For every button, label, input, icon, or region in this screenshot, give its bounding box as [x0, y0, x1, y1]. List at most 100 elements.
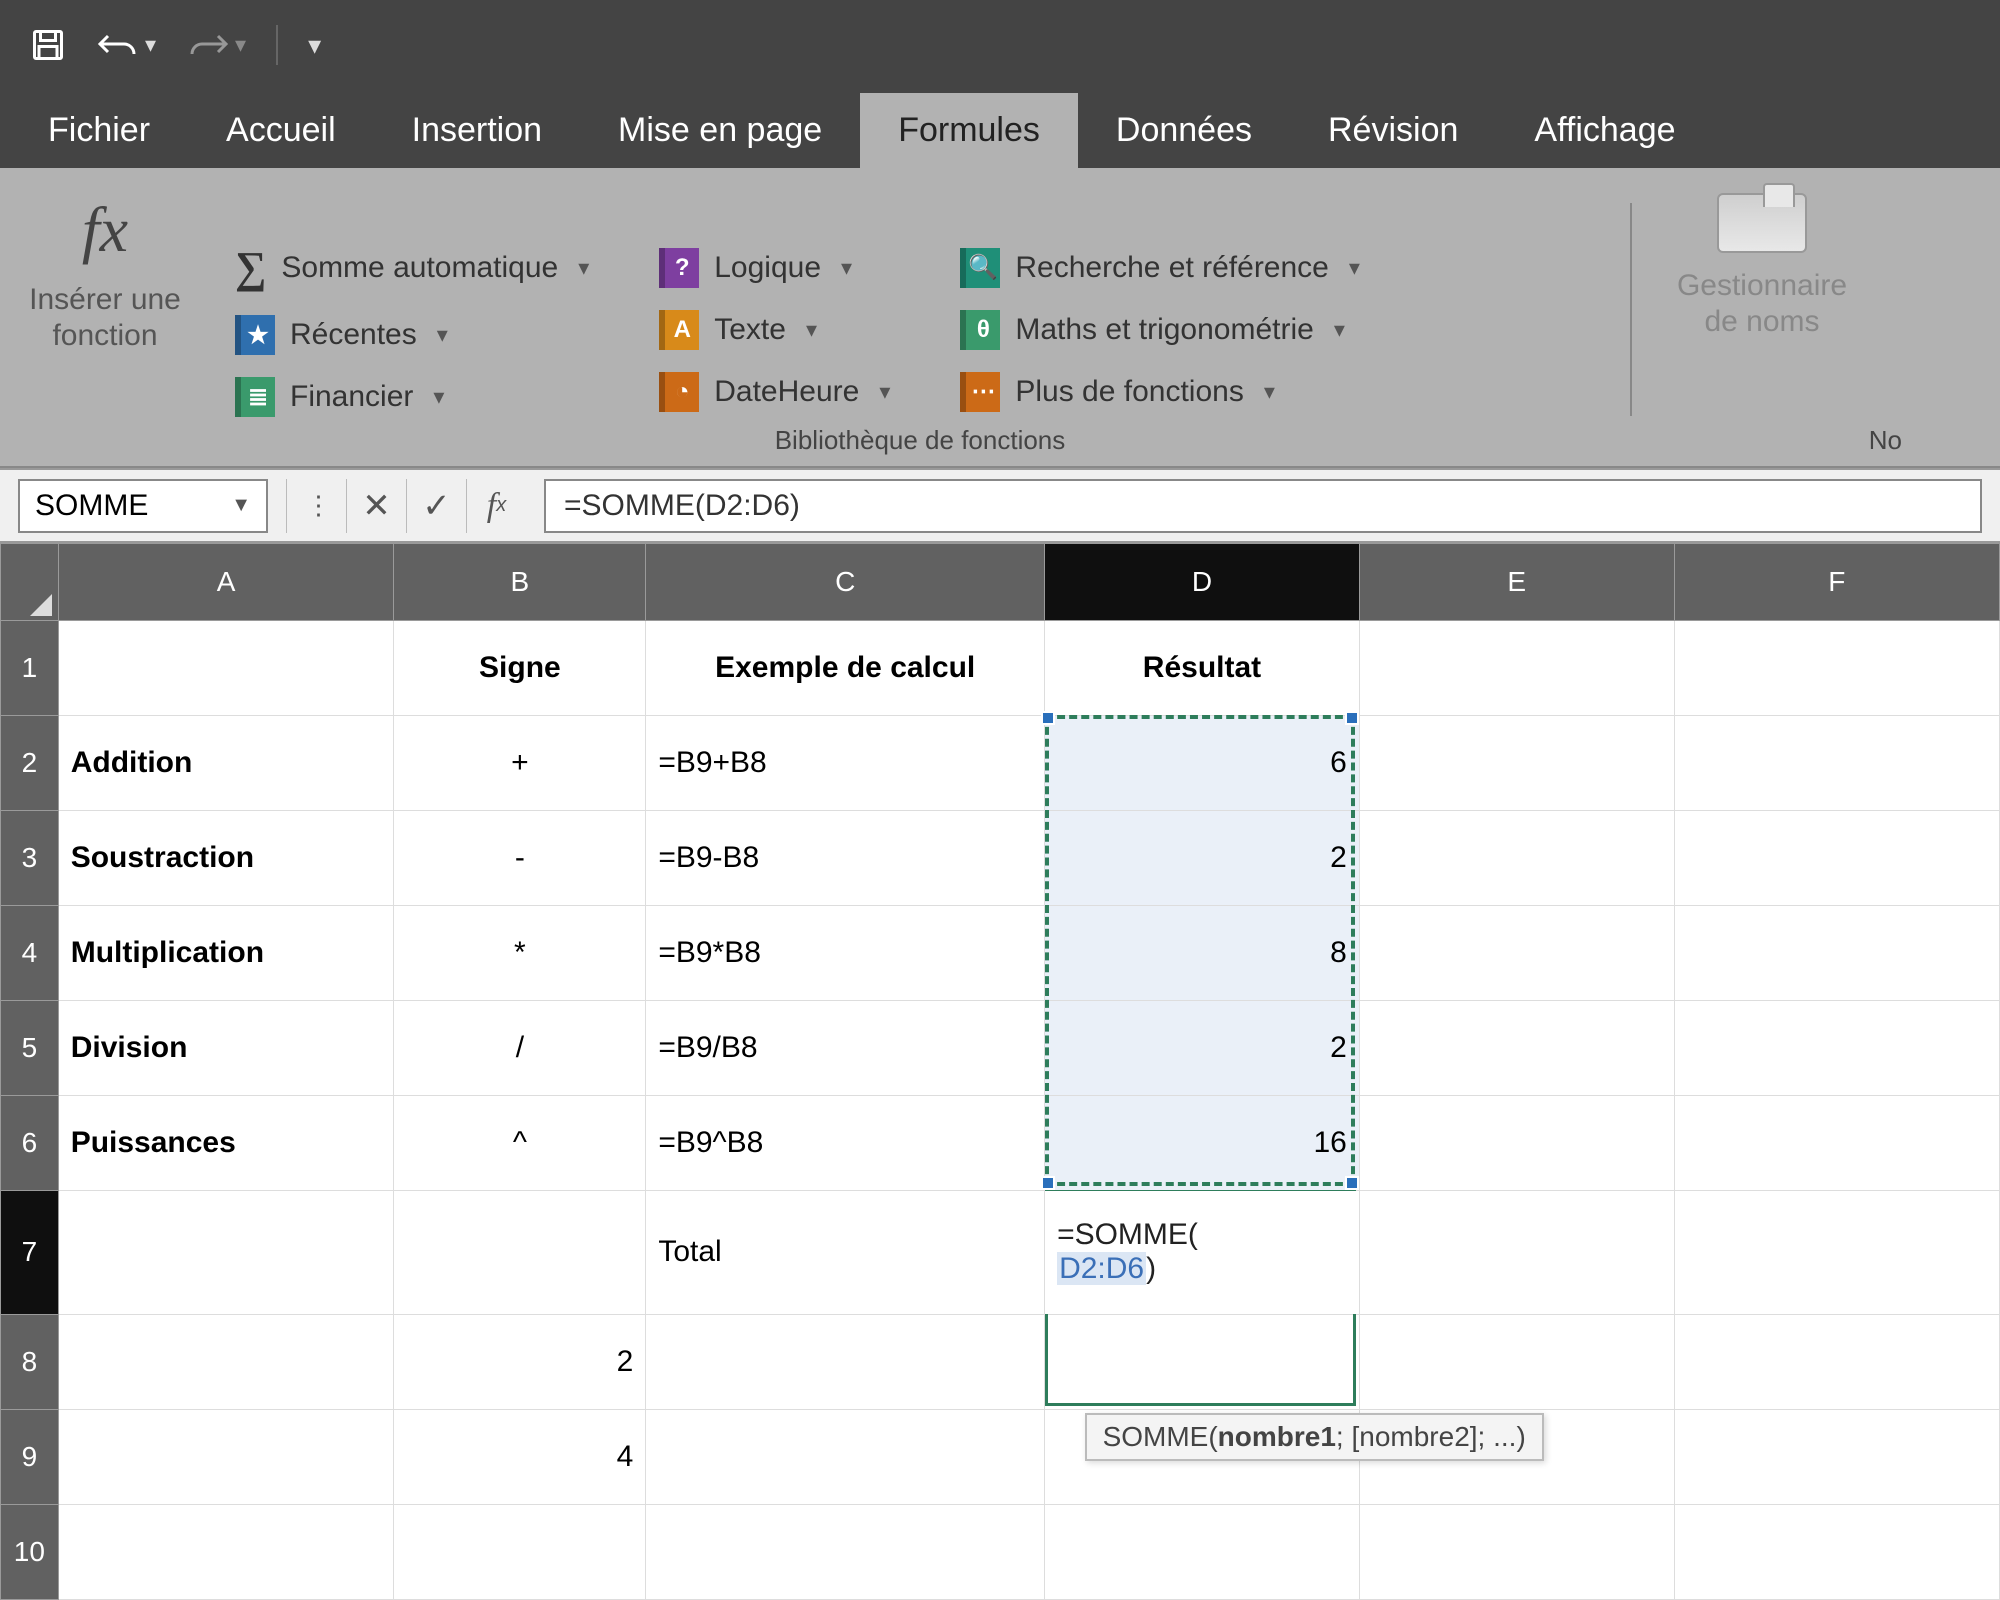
- cell-E7[interactable]: [1359, 1190, 1674, 1314]
- name-manager-button[interactable]: Gestionnairede noms: [1677, 193, 1847, 340]
- cell-F5[interactable]: [1674, 1000, 1999, 1095]
- logical-button[interactable]: ? Logique ▾: [659, 248, 890, 288]
- col-header-A[interactable]: A: [58, 544, 394, 621]
- cell-D7[interactable]: =SOMME(D2:D6): [1045, 1190, 1360, 1314]
- formula-input[interactable]: =SOMME(D2:D6): [544, 479, 1982, 533]
- cell-C1[interactable]: Exemple de calcul: [646, 620, 1045, 715]
- cell-C7[interactable]: Total: [646, 1190, 1045, 1314]
- tab-revision[interactable]: Révision: [1290, 93, 1496, 168]
- fx-icon[interactable]: fx: [466, 479, 526, 533]
- cell-B3[interactable]: -: [394, 810, 646, 905]
- cell-F1[interactable]: [1674, 620, 1999, 715]
- col-header-B[interactable]: B: [394, 544, 646, 621]
- cell-A1[interactable]: [58, 620, 394, 715]
- row-header-2[interactable]: 2: [1, 715, 59, 810]
- expand-formula-bar-icon[interactable]: ⋮: [286, 479, 346, 533]
- cell-A3[interactable]: Soustraction: [58, 810, 394, 905]
- cancel-formula-icon[interactable]: ✕: [346, 479, 406, 533]
- cell-F2[interactable]: [1674, 715, 1999, 810]
- cell-F10[interactable]: [1674, 1504, 1999, 1599]
- row-header-4[interactable]: 4: [1, 905, 59, 1000]
- cell-A4[interactable]: Multiplication: [58, 905, 394, 1000]
- name-box[interactable]: SOMME ▼: [18, 479, 268, 533]
- row-header-6[interactable]: 6: [1, 1095, 59, 1190]
- cell-B5[interactable]: /: [394, 1000, 646, 1095]
- financial-button[interactable]: ≣ Financier ▾: [235, 377, 589, 417]
- cell-C6[interactable]: =B9^B8: [646, 1095, 1045, 1190]
- cell-E6[interactable]: [1359, 1095, 1674, 1190]
- cell-A7[interactable]: [58, 1190, 394, 1314]
- cell-B10[interactable]: [394, 1504, 646, 1599]
- cell-C2[interactable]: =B9+B8: [646, 715, 1045, 810]
- row-header-3[interactable]: 3: [1, 810, 59, 905]
- datetime-button[interactable]: ◔ DateHeure ▾: [659, 372, 890, 412]
- cell-E4[interactable]: [1359, 905, 1674, 1000]
- cell-B9[interactable]: 4: [394, 1409, 646, 1504]
- cell-D3[interactable]: 2: [1045, 810, 1360, 905]
- lookup-reference-button[interactable]: 🔍 Recherche et référence ▾: [960, 248, 1360, 288]
- row-header-10[interactable]: 10: [1, 1504, 59, 1599]
- tab-insertion[interactable]: Insertion: [374, 93, 580, 168]
- tab-affichage[interactable]: Affichage: [1496, 93, 1713, 168]
- text-button[interactable]: A Texte ▾: [659, 310, 890, 350]
- autosum-button[interactable]: ∑ Somme automatique ▾: [235, 242, 589, 293]
- insert-function-button[interactable]: fx Insérer unefonction: [29, 193, 181, 354]
- undo-icon[interactable]: ▾: [96, 30, 156, 60]
- cell-C8[interactable]: [646, 1314, 1045, 1409]
- cell-F8[interactable]: [1674, 1314, 1999, 1409]
- cell-E2[interactable]: [1359, 715, 1674, 810]
- cell-F3[interactable]: [1674, 810, 1999, 905]
- spreadsheet-grid[interactable]: ABCDEF1SigneExemple de calculRésultat2Ad…: [0, 543, 2000, 1600]
- cell-C9[interactable]: [646, 1409, 1045, 1504]
- row-header-9[interactable]: 9: [1, 1409, 59, 1504]
- row-header-5[interactable]: 5: [1, 1000, 59, 1095]
- cell-E10[interactable]: [1359, 1504, 1674, 1599]
- cell-F7[interactable]: [1674, 1190, 1999, 1314]
- tab-donnees[interactable]: Données: [1078, 93, 1290, 168]
- cell-A6[interactable]: Puissances: [58, 1095, 394, 1190]
- save-icon[interactable]: [30, 27, 66, 63]
- cell-A8[interactable]: [58, 1314, 394, 1409]
- col-header-F[interactable]: F: [1674, 544, 1999, 621]
- accept-formula-icon[interactable]: ✓: [406, 479, 466, 533]
- cell-A10[interactable]: [58, 1504, 394, 1599]
- cell-F6[interactable]: [1674, 1095, 1999, 1190]
- cell-B6[interactable]: ^: [394, 1095, 646, 1190]
- cell-B2[interactable]: +: [394, 715, 646, 810]
- redo-icon[interactable]: ▾: [186, 30, 246, 60]
- cell-D2[interactable]: 6: [1045, 715, 1360, 810]
- cell-C10[interactable]: [646, 1504, 1045, 1599]
- cell-C5[interactable]: =B9/B8: [646, 1000, 1045, 1095]
- col-header-E[interactable]: E: [1359, 544, 1674, 621]
- cell-D5[interactable]: 2: [1045, 1000, 1360, 1095]
- cell-A9[interactable]: [58, 1409, 394, 1504]
- row-header-1[interactable]: 1: [1, 620, 59, 715]
- more-functions-button[interactable]: ⋯ Plus de fonctions ▾: [960, 372, 1360, 412]
- row-header-8[interactable]: 8: [1, 1314, 59, 1409]
- cell-B1[interactable]: Signe: [394, 620, 646, 715]
- row-header-7[interactable]: 7: [1, 1190, 59, 1314]
- cell-A2[interactable]: Addition: [58, 715, 394, 810]
- cell-E8[interactable]: [1359, 1314, 1674, 1409]
- col-header-C[interactable]: C: [646, 544, 1045, 621]
- col-header-D[interactable]: D: [1045, 544, 1360, 621]
- tab-formules[interactable]: Formules: [860, 93, 1078, 168]
- cell-C3[interactable]: =B9-B8: [646, 810, 1045, 905]
- math-trig-button[interactable]: θ Maths et trigonométrie ▾: [960, 310, 1360, 350]
- cell-E5[interactable]: [1359, 1000, 1674, 1095]
- recent-functions-button[interactable]: ★ Récentes ▾: [235, 315, 589, 355]
- tab-accueil[interactable]: Accueil: [188, 93, 374, 168]
- tab-mise-en-page[interactable]: Mise en page: [580, 93, 860, 168]
- cell-B4[interactable]: *: [394, 905, 646, 1000]
- cell-F4[interactable]: [1674, 905, 1999, 1000]
- cell-B8[interactable]: 2: [394, 1314, 646, 1409]
- cell-A5[interactable]: Division: [58, 1000, 394, 1095]
- cell-C4[interactable]: =B9*B8: [646, 905, 1045, 1000]
- cell-D4[interactable]: 8: [1045, 905, 1360, 1000]
- qat-customize-icon[interactable]: ▾: [308, 30, 321, 61]
- cell-E1[interactable]: [1359, 620, 1674, 715]
- cell-E3[interactable]: [1359, 810, 1674, 905]
- cell-D6[interactable]: 16: [1045, 1095, 1360, 1190]
- cell-D8[interactable]: [1045, 1314, 1360, 1409]
- select-all-corner[interactable]: [1, 544, 59, 621]
